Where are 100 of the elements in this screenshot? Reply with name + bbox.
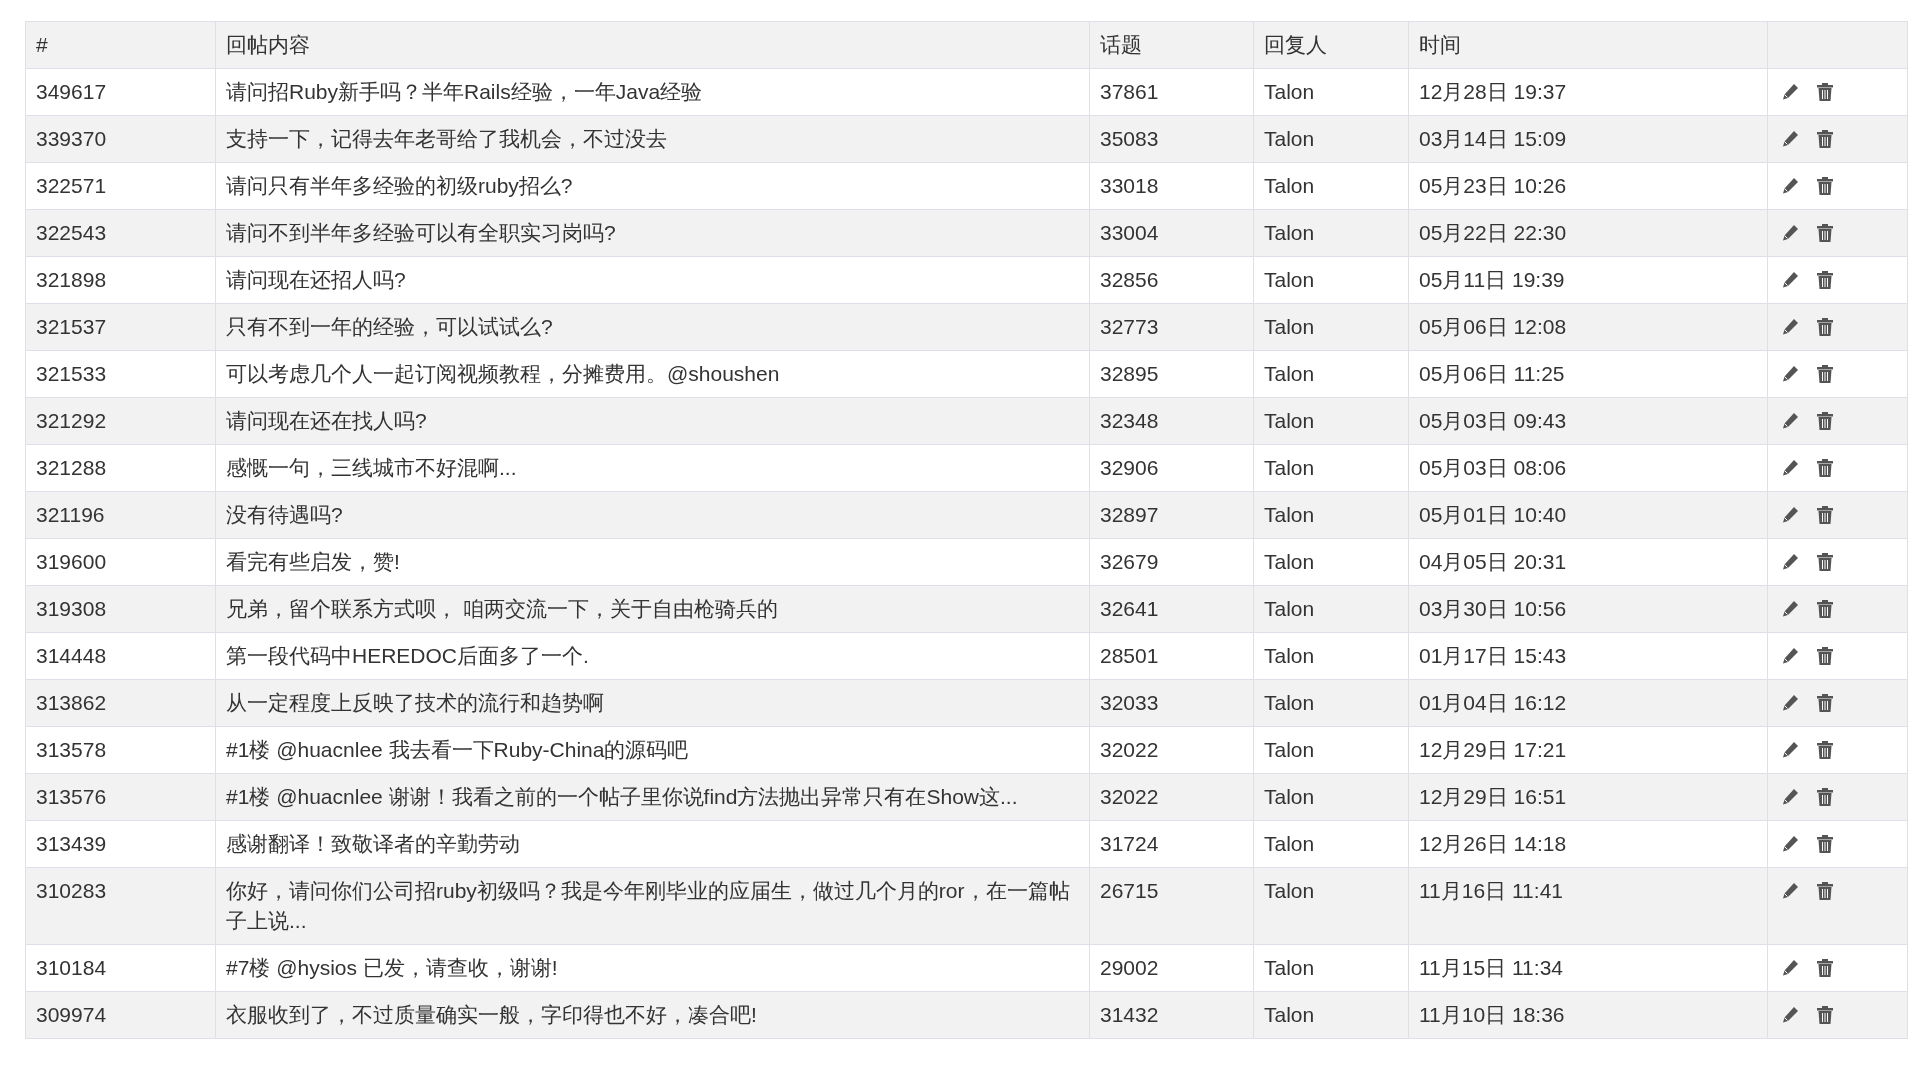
column-header: 时间 xyxy=(1408,21,1768,69)
topic-id: 32348 xyxy=(1089,397,1254,445)
edit-icon[interactable] xyxy=(1780,270,1800,290)
edit-icon[interactable] xyxy=(1780,646,1800,666)
replier-name: Talon xyxy=(1253,209,1409,257)
reply-time: 05月03日 08:06 xyxy=(1408,444,1768,492)
reply-content: 兄弟，留个联系方式呗， 咱两交流一下，关于自由枪骑兵的 xyxy=(215,585,1090,633)
replier-name: Talon xyxy=(1253,68,1409,116)
reply-id: 339370 xyxy=(25,115,216,163)
delete-icon[interactable] xyxy=(1816,82,1834,102)
column-header: 回复人 xyxy=(1253,21,1409,69)
reply-time: 12月29日 16:51 xyxy=(1408,773,1768,821)
delete-icon[interactable] xyxy=(1816,693,1834,713)
reply-id: 321537 xyxy=(25,303,216,351)
reply-time: 05月01日 10:40 xyxy=(1408,491,1768,539)
delete-icon[interactable] xyxy=(1816,176,1834,196)
edit-icon[interactable] xyxy=(1780,834,1800,854)
edit-icon[interactable] xyxy=(1780,129,1800,149)
delete-icon[interactable] xyxy=(1816,958,1834,978)
edit-icon[interactable] xyxy=(1780,505,1800,525)
topic-id: 32856 xyxy=(1089,256,1254,304)
reply-id: 313862 xyxy=(25,679,216,727)
delete-icon[interactable] xyxy=(1816,317,1834,337)
replier-name: Talon xyxy=(1253,632,1409,680)
delete-icon[interactable] xyxy=(1816,740,1834,760)
replier-name: Talon xyxy=(1253,773,1409,821)
column-header: 话题 xyxy=(1089,21,1254,69)
topic-id: 32033 xyxy=(1089,679,1254,727)
reply-content: 请问不到半年多经验可以有全职实习岗吗? xyxy=(215,209,1090,257)
delete-icon[interactable] xyxy=(1816,552,1834,572)
reply-id: 309974 xyxy=(25,991,216,1039)
edit-icon[interactable] xyxy=(1780,317,1800,337)
reply-content: 从一定程度上反映了技术的流行和趋势啊 xyxy=(215,679,1090,727)
replier-name: Talon xyxy=(1253,944,1409,992)
reply-time: 05月06日 11:25 xyxy=(1408,350,1768,398)
topic-id: 32906 xyxy=(1089,444,1254,492)
replier-name: Talon xyxy=(1253,444,1409,492)
topic-id: 32022 xyxy=(1089,773,1254,821)
reply-content: 第一段代码中HEREDOC后面多了一个. xyxy=(215,632,1090,680)
topic-id: 31724 xyxy=(1089,820,1254,868)
reply-content: 请问只有半年多经验的初级ruby招么? xyxy=(215,162,1090,210)
edit-icon[interactable] xyxy=(1780,1005,1800,1025)
edit-icon[interactable] xyxy=(1780,82,1800,102)
reply-id: 321898 xyxy=(25,256,216,304)
reply-time: 12月26日 14:18 xyxy=(1408,820,1768,868)
edit-icon[interactable] xyxy=(1780,176,1800,196)
edit-icon[interactable] xyxy=(1780,411,1800,431)
reply-id: 314448 xyxy=(25,632,216,680)
edit-icon[interactable] xyxy=(1780,552,1800,572)
delete-icon[interactable] xyxy=(1816,364,1834,384)
topic-id: 26715 xyxy=(1089,867,1254,945)
edit-icon[interactable] xyxy=(1780,599,1800,619)
reply-id: 321292 xyxy=(25,397,216,445)
reply-id: 310184 xyxy=(25,944,216,992)
edit-icon[interactable] xyxy=(1780,223,1800,243)
replier-name: Talon xyxy=(1253,162,1409,210)
topic-id: 32897 xyxy=(1089,491,1254,539)
delete-icon[interactable] xyxy=(1816,1005,1834,1025)
reply-content: 看完有些启发，赞! xyxy=(215,538,1090,586)
reply-time: 12月29日 17:21 xyxy=(1408,726,1768,774)
reply-time: 05月06日 12:08 xyxy=(1408,303,1768,351)
replier-name: Talon xyxy=(1253,867,1409,945)
edit-icon[interactable] xyxy=(1780,693,1800,713)
delete-icon[interactable] xyxy=(1816,270,1834,290)
delete-icon[interactable] xyxy=(1816,834,1834,854)
replier-name: Talon xyxy=(1253,256,1409,304)
delete-icon[interactable] xyxy=(1816,458,1834,478)
reply-id: 313576 xyxy=(25,773,216,821)
edit-icon[interactable] xyxy=(1780,787,1800,807)
topic-id: 32022 xyxy=(1089,726,1254,774)
topic-id: 29002 xyxy=(1089,944,1254,992)
delete-icon[interactable] xyxy=(1816,505,1834,525)
reply-content: 可以考虑几个人一起订阅视频教程，分摊费用。@shoushen xyxy=(215,350,1090,398)
edit-icon[interactable] xyxy=(1780,958,1800,978)
reply-time: 11月10日 18:36 xyxy=(1408,991,1768,1039)
delete-icon[interactable] xyxy=(1816,599,1834,619)
topic-id: 28501 xyxy=(1089,632,1254,680)
reply-id: 349617 xyxy=(25,68,216,116)
replier-name: Talon xyxy=(1253,585,1409,633)
edit-icon[interactable] xyxy=(1780,740,1800,760)
reply-content: #1楼 @huacnlee 谢谢！我看之前的一个帖子里你说find方法抛出异常只有在Show这... xyxy=(215,773,1090,821)
delete-icon[interactable] xyxy=(1816,787,1834,807)
delete-icon[interactable] xyxy=(1816,646,1834,666)
reply-time: 05月22日 22:30 xyxy=(1408,209,1768,257)
topic-id: 32895 xyxy=(1089,350,1254,398)
topic-id: 35083 xyxy=(1089,115,1254,163)
reply-time: 03月14日 15:09 xyxy=(1408,115,1768,163)
edit-icon[interactable] xyxy=(1780,881,1800,901)
edit-icon[interactable] xyxy=(1780,364,1800,384)
topic-id: 32773 xyxy=(1089,303,1254,351)
reply-content: 感慨一句，三线城市不好混啊... xyxy=(215,444,1090,492)
replier-name: Talon xyxy=(1253,115,1409,163)
delete-icon[interactable] xyxy=(1816,411,1834,431)
reply-content: 衣服收到了，不过质量确实一般，字印得也不好，凑合吧! xyxy=(215,991,1090,1039)
delete-icon[interactable] xyxy=(1816,129,1834,149)
reply-id: 319308 xyxy=(25,585,216,633)
reply-id: 322543 xyxy=(25,209,216,257)
edit-icon[interactable] xyxy=(1780,458,1800,478)
delete-icon[interactable] xyxy=(1816,223,1834,243)
delete-icon[interactable] xyxy=(1816,881,1834,901)
